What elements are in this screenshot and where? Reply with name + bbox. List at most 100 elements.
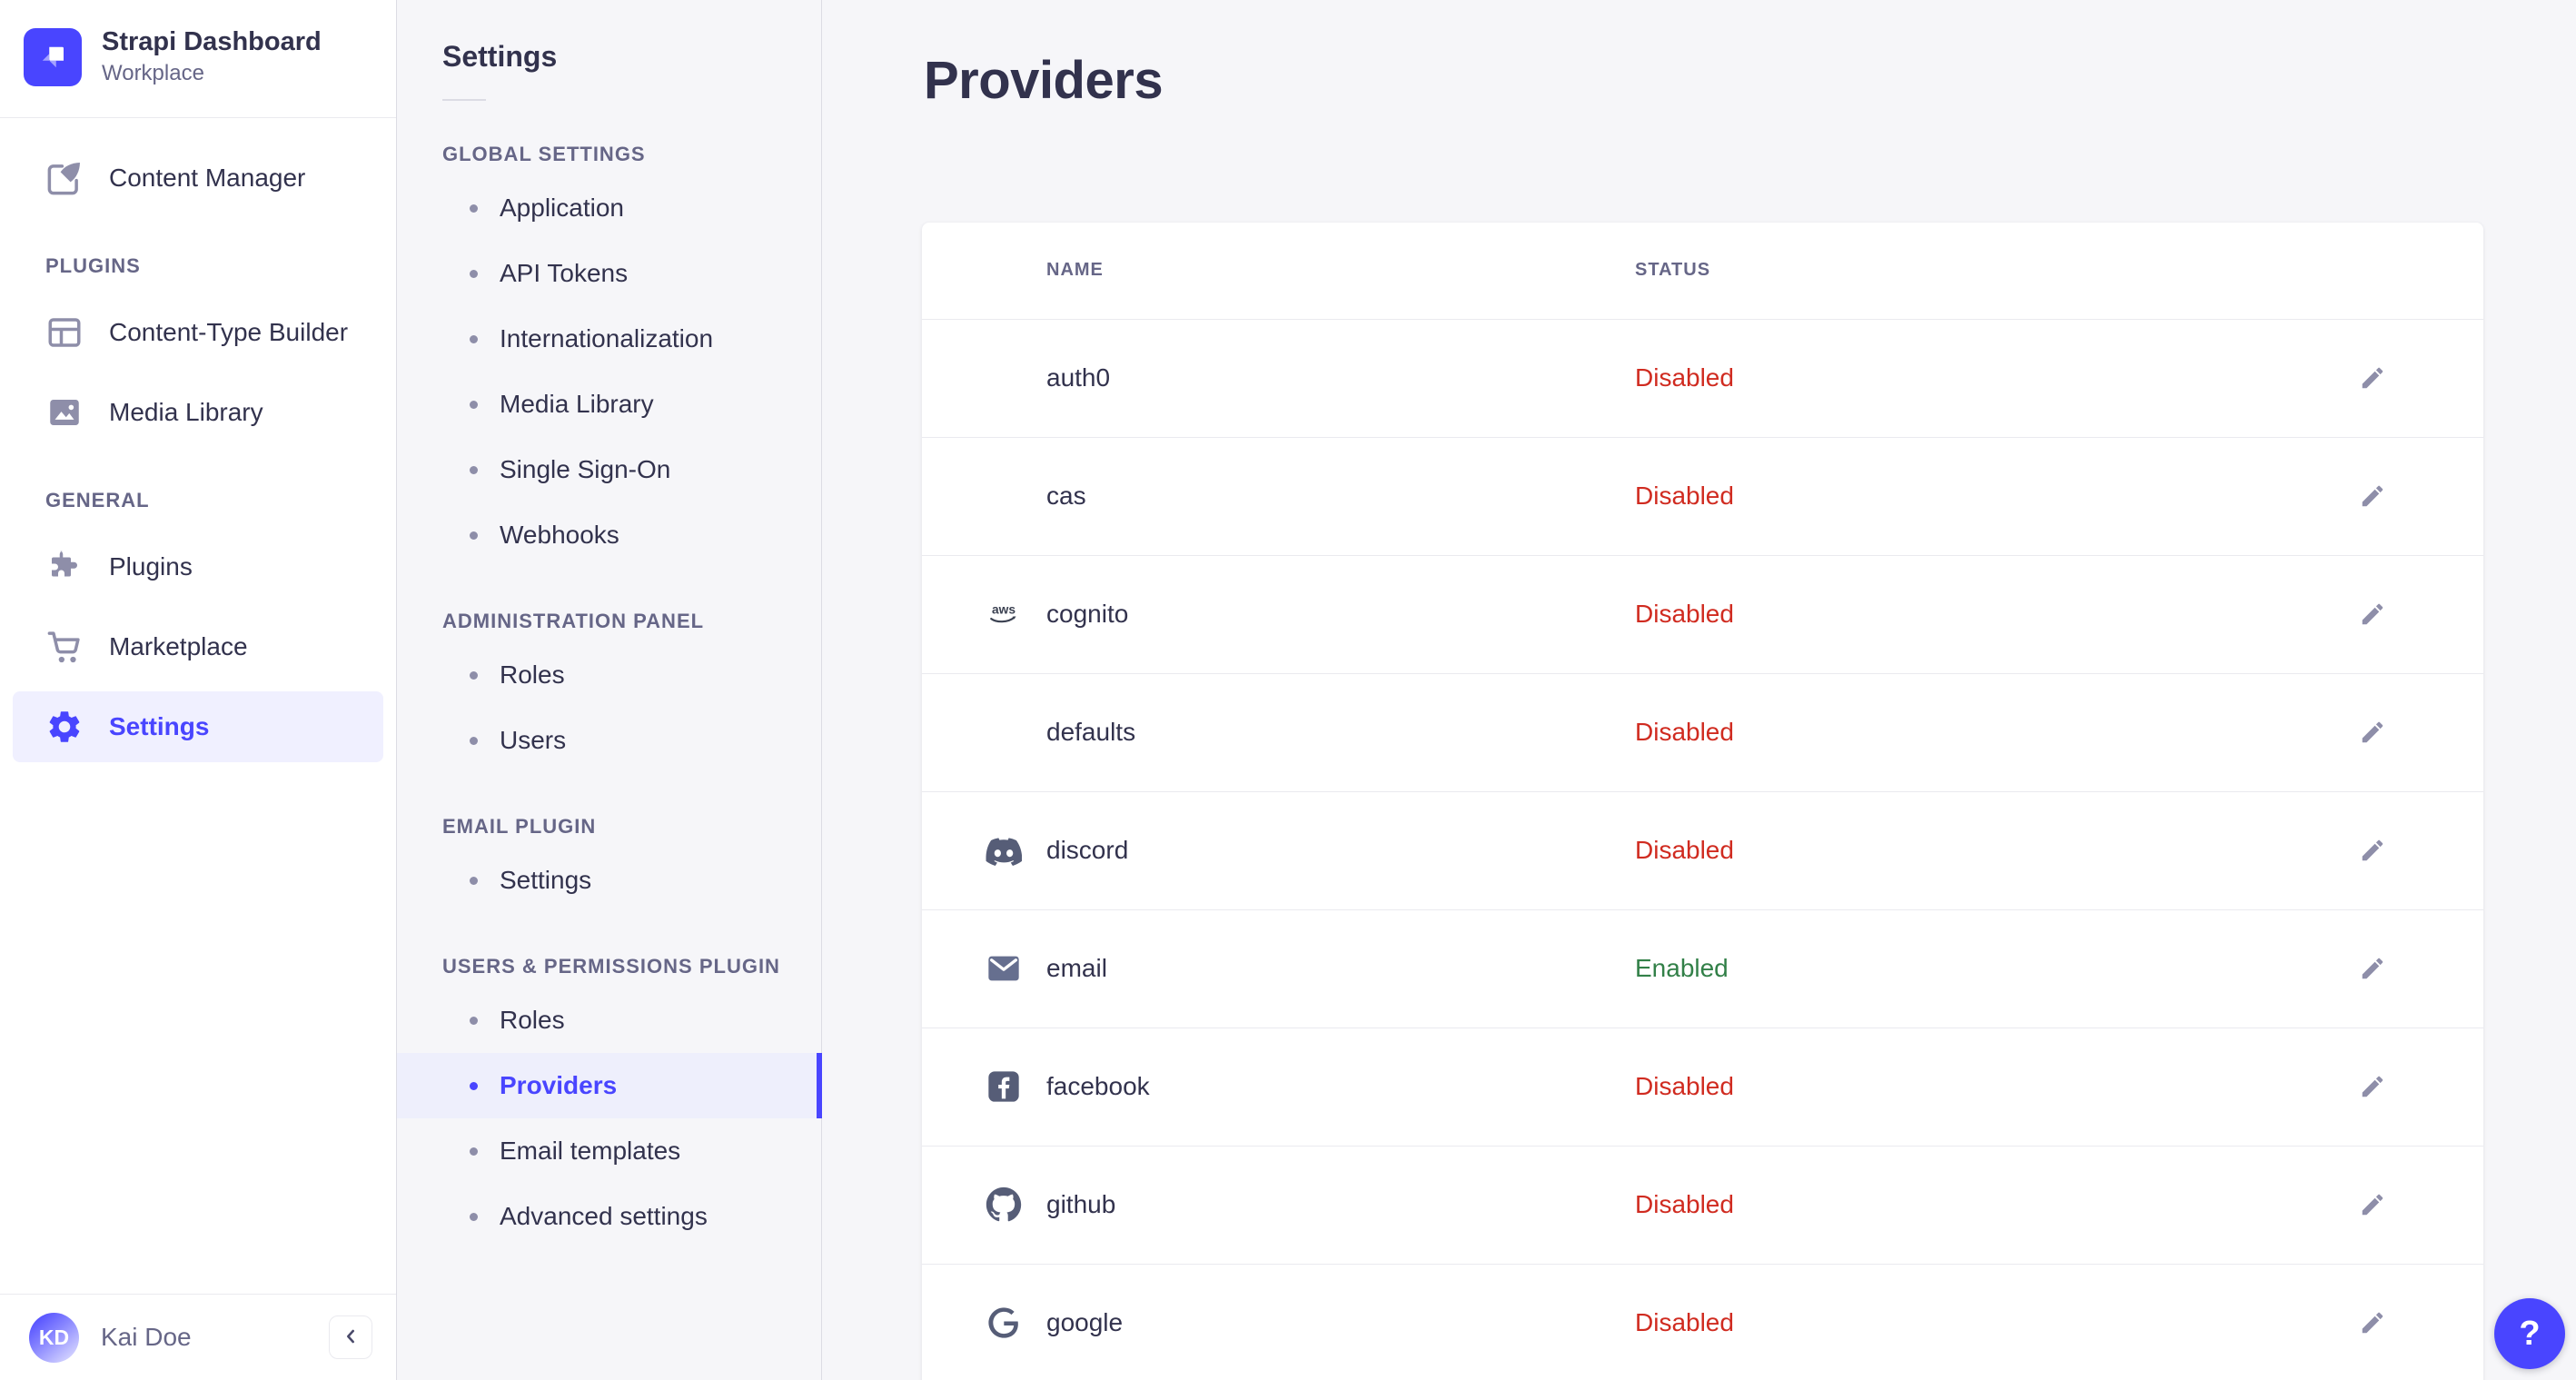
edit-provider-button[interactable] [2353, 358, 2393, 398]
avatar: KD [29, 1312, 79, 1363]
subnav-item-label: Application [500, 194, 624, 222]
column-header-status: STATUS [1635, 260, 1711, 281]
edit-provider-button[interactable] [2353, 1303, 2393, 1343]
provider-row-facebook: facebook Disabled [922, 1028, 2483, 1147]
github-icon [986, 1187, 1022, 1222]
subnav-item-advanced-settings[interactable]: Advanced settings [397, 1184, 821, 1249]
sidebar-item-content-type-builder[interactable]: Content-Type Builder [0, 293, 396, 372]
table-body: auth0 Disabled cas Disabled aws cognito Disabl… [922, 320, 2483, 1380]
no-icon [984, 358, 1024, 398]
bullet-icon [470, 400, 478, 409]
subnav-item-providers[interactable]: Providers [397, 1053, 822, 1118]
status-badge: Disabled [1635, 718, 1734, 747]
sidebar-item-settings[interactable]: Settings [13, 691, 383, 762]
sidebar-collapse-button[interactable] [329, 1315, 372, 1359]
bullet-icon [470, 204, 478, 213]
pencil-icon [2362, 839, 2383, 861]
subnav-item-label: Advanced settings [500, 1202, 708, 1230]
edit-provider-button[interactable] [2353, 594, 2393, 634]
subnav-item-application[interactable]: Application [397, 175, 821, 241]
sidebar-item-marketplace[interactable]: Marketplace [0, 607, 396, 687]
provider-name: discord [1046, 836, 1129, 865]
subnav-item-label: Settings [500, 866, 592, 894]
pencil-icon [2362, 603, 2383, 625]
subnav-section-label-administration-panel: ADMINISTRATION PANEL [442, 610, 705, 632]
edit-provider-button[interactable] [2353, 830, 2393, 870]
bullet-icon [470, 1081, 478, 1090]
sidebar: Strapi Dashboard Workplace Content Manag… [0, 0, 397, 1380]
pencil-icon [2362, 721, 2383, 743]
bullet-icon [470, 1212, 478, 1221]
subnav-item-label: Providers [500, 1071, 618, 1099]
bullet-icon [470, 1147, 478, 1156]
subnav-item-label: Single Sign-On [500, 455, 671, 483]
provider-row-github: github Disabled [922, 1147, 2483, 1265]
pencil-icon [2362, 1076, 2383, 1097]
subnav-item-users[interactable]: Users [397, 708, 821, 773]
provider-name: cognito [1046, 600, 1129, 629]
brand[interactable]: Strapi Dashboard Workplace [0, 0, 396, 118]
subnav-item-settings[interactable]: Settings [397, 848, 821, 913]
bullet-icon [470, 465, 478, 474]
main-content: Providers NAME STATUS auth0 Disabled cas Di… [822, 0, 2576, 1380]
subnav-item-webhooks[interactable]: Webhooks [397, 502, 821, 568]
marketplace-icon [47, 631, 80, 663]
sidebar-section-label-plugins: PLUGINS [45, 254, 141, 277]
provider-name: cas [1046, 482, 1086, 511]
google-icon [988, 1307, 1018, 1338]
provider-row-google: google Disabled [922, 1265, 2483, 1380]
subnav-title-divider [442, 99, 486, 101]
strapi-logo [24, 27, 82, 86]
brand-title: Strapi Dashboard [102, 27, 322, 56]
page-title: Providers [924, 51, 1164, 110]
subnav-sections: GLOBAL SETTINGS Application API Tokens Inte… [397, 143, 822, 1249]
provider-name: facebook [1046, 1072, 1150, 1101]
subnav-item-label: API Tokens [500, 259, 629, 287]
sidebar-item-label: Plugins [109, 552, 193, 581]
edit-provider-button[interactable] [2353, 948, 2393, 988]
provider-row-defaults: defaults Disabled [922, 674, 2483, 792]
status-badge: Disabled [1635, 1308, 1734, 1337]
edit-provider-button[interactable] [2353, 1185, 2393, 1225]
subnav-item-label: Email templates [500, 1137, 681, 1165]
provider-row-cognito: aws cognito Disabled [922, 556, 2483, 674]
pencil-icon [2362, 367, 2383, 389]
edit-provider-button[interactable] [2353, 712, 2393, 752]
no-icon [984, 712, 1024, 752]
bullet-icon [470, 1016, 478, 1025]
edit-provider-button[interactable] [2353, 476, 2393, 516]
sidebar-item-media-library[interactable]: Media Library [0, 372, 396, 452]
discord-icon [984, 830, 1024, 870]
provider-row-cas: cas Disabled [922, 438, 2483, 556]
subnav-item-media-library[interactable]: Media Library [397, 372, 821, 437]
provider-name: auth0 [1046, 363, 1111, 392]
subnav-item-api-tokens[interactable]: API Tokens [397, 241, 821, 306]
subnav-section-label-global-settings: GLOBAL SETTINGS [442, 143, 646, 165]
subnav-item-label: Users [500, 726, 567, 754]
settings-gear-icon [49, 711, 80, 742]
bullet-icon [470, 670, 478, 680]
status-badge: Disabled [1635, 1190, 1734, 1219]
subnav-section-label-users-permissions-plugin: USERS & PERMISSIONS PLUGIN [442, 955, 780, 978]
help-button[interactable]: ? [2494, 1298, 2565, 1369]
bullet-icon [470, 269, 478, 278]
subnav-item-single-sign-on[interactable]: Single Sign-On [397, 437, 821, 502]
sidebar-item-plugins[interactable]: Plugins [0, 527, 396, 607]
subnav-section-label-email-plugin: EMAIL PLUGIN [442, 815, 597, 838]
subnav-item-roles[interactable]: Roles [397, 988, 821, 1053]
bullet-icon [470, 876, 478, 885]
column-header-name: NAME [1046, 260, 1104, 281]
subnav-item-roles[interactable]: Roles [397, 642, 821, 708]
subnav-item-email-templates[interactable]: Email templates [397, 1118, 821, 1184]
subnav-item-label: Media Library [500, 390, 654, 418]
no-icon [984, 476, 1024, 516]
user-profile[interactable]: KD Kai Doe [0, 1294, 396, 1380]
sidebar-nav-list: Content Manager PLUGINS Content-Type Build… [0, 118, 396, 1294]
sidebar-item-content-manager[interactable]: Content Manager [0, 138, 396, 218]
provider-name: google [1046, 1308, 1124, 1337]
status-badge: Disabled [1635, 482, 1734, 511]
edit-provider-button[interactable] [2353, 1067, 2393, 1107]
email-icon [984, 948, 1024, 988]
bullet-icon [470, 334, 478, 343]
subnav-item-internationalization[interactable]: Internationalization [397, 306, 821, 372]
